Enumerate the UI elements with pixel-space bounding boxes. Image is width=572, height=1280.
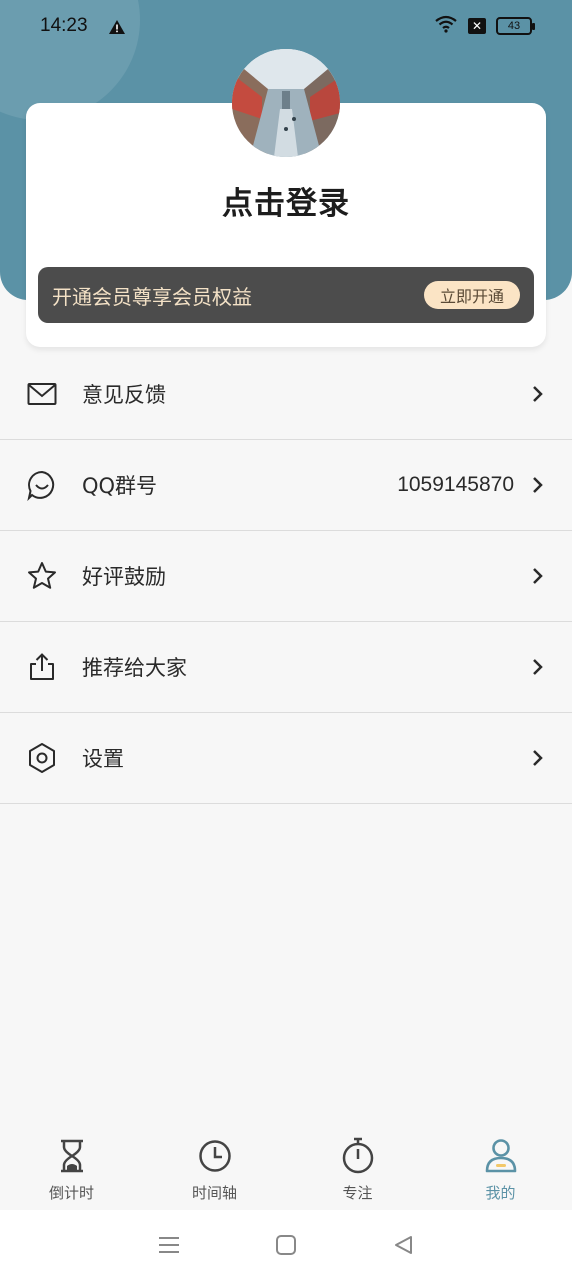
back-triangle-icon[interactable] — [383, 1225, 423, 1265]
stopwatch-icon — [338, 1136, 378, 1176]
menu-icon[interactable] — [149, 1225, 189, 1265]
tab-label: 时间轴 — [191, 1184, 237, 1202]
hourglass-icon — [52, 1136, 92, 1176]
star-icon — [26, 560, 58, 592]
tab-countdown[interactable]: 倒计时 — [0, 1128, 143, 1210]
vip-activate-button[interactable]: 立即开通 — [423, 281, 520, 309]
notification-block-icon: ✕ — [468, 18, 486, 34]
menu-item-qq-group[interactable]: QQ群号 1059145870 — [0, 440, 572, 531]
mail-icon — [26, 378, 58, 410]
chevron-right-icon — [530, 475, 546, 495]
settings-hexagon-icon — [26, 742, 58, 774]
bottom-tab-bar: 倒计时 时间轴 专注 我的 — [0, 1128, 572, 1210]
status-time: 14:23 — [40, 15, 88, 36]
share-icon — [26, 651, 58, 683]
menu-item-feedback[interactable]: 意见反馈 — [0, 349, 572, 440]
settings-menu: 意见反馈 QQ群号 1059145870 好评鼓励 推荐给大家 设置 — [0, 349, 572, 804]
login-title[interactable]: 点击登录 — [0, 178, 572, 223]
chevron-right-icon — [530, 384, 546, 404]
chevron-right-icon — [530, 657, 546, 677]
tab-focus[interactable]: 专注 — [286, 1128, 429, 1210]
tab-label: 倒计时 — [48, 1184, 94, 1202]
menu-item-share[interactable]: 推荐给大家 — [0, 622, 572, 713]
system-nav-bar — [0, 1210, 572, 1280]
wifi-icon — [434, 15, 458, 38]
menu-item-label: 好评鼓励 — [82, 565, 166, 589]
chevron-right-icon — [530, 748, 546, 768]
tab-label: 专注 — [342, 1184, 373, 1202]
vip-banner-text: 开通会员尊享会员权益 — [52, 284, 252, 309]
warning-icon — [108, 18, 126, 34]
menu-item-rate[interactable]: 好评鼓励 — [0, 531, 572, 622]
menu-item-label: QQ群号 — [82, 474, 158, 498]
vip-banner[interactable]: 开通会员尊享会员权益 立即开通 — [38, 267, 534, 323]
home-square-icon[interactable] — [266, 1225, 306, 1265]
avatar[interactable] — [232, 49, 340, 157]
battery-icon: 43 — [496, 17, 535, 35]
menu-item-label: 意见反馈 — [82, 383, 166, 407]
chevron-right-icon — [530, 566, 546, 586]
tab-timeline[interactable]: 时间轴 — [143, 1128, 286, 1210]
clock-icon — [195, 1136, 235, 1176]
chat-bubble-icon — [26, 469, 58, 501]
menu-item-label: 推荐给大家 — [82, 656, 187, 680]
menu-item-settings[interactable]: 设置 — [0, 713, 572, 804]
person-icon — [481, 1136, 521, 1176]
tab-mine[interactable]: 我的 — [429, 1128, 572, 1210]
menu-item-label: 设置 — [82, 747, 124, 771]
qq-group-number: 1059145870 — [397, 473, 514, 496]
tab-label: 我的 — [485, 1184, 516, 1202]
status-bar: 14:23 ✕ 43 — [0, 0, 572, 52]
